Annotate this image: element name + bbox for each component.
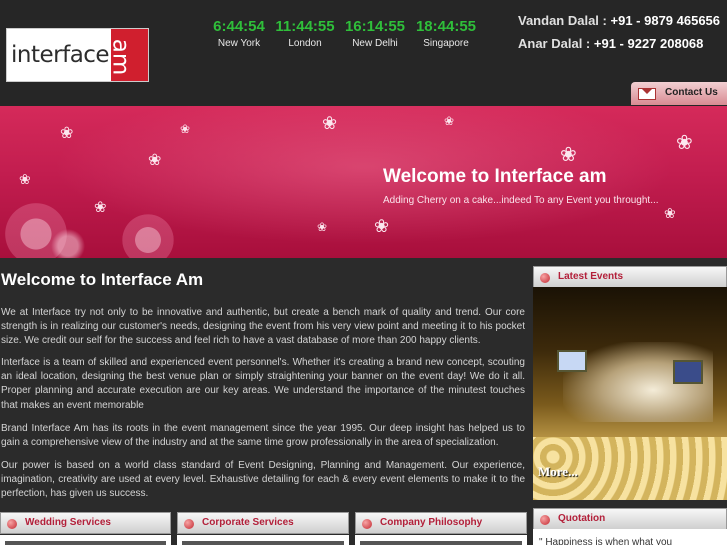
quotation-header: Quotation [533,508,727,530]
event-screen [673,360,703,384]
clock-new-york: 6:44:54 New York [204,18,274,49]
site-logo[interactable]: interface am [6,28,149,82]
event-screen [557,350,587,372]
latest-event-image[interactable]: More... [533,287,727,500]
page-title: Welcome to Interface Am [1,270,204,289]
clock-city: London [288,38,322,49]
butterfly-icon: ❀ [664,205,676,221]
bullet-icon [362,519,372,529]
butterfly-icon: ❀ [317,220,328,234]
butterfly-icon: ❀ [180,122,191,136]
latest-events-header: Latest Events [533,266,727,288]
contact-phone: +91 - 9879 465656 [610,13,721,28]
company-philosophy-title: Company Philosophy [380,517,483,528]
quotation-body: " Happiness is when what you [533,529,727,545]
butterfly-icon: ❀ [148,152,162,169]
intro-paragraph: We at Interface try not only to be innov… [1,307,525,347]
bullet-icon [540,273,550,283]
banner-subtitle: Adding Cherry on a cake...indeed To any … [383,195,659,206]
clock-new-delhi: 16:14:55 New Delhi [340,18,410,49]
bullet-icon [184,519,194,529]
quotation-title: Quotation [558,513,606,524]
logo-word-interface: interface [11,42,110,68]
service-image-strip [5,541,166,545]
bullet-icon [540,515,550,525]
butterfly-icon: ❀ [444,114,455,128]
contact-name: Vandan Dalal : [518,13,607,28]
corporate-services-title: Corporate Services [202,517,294,528]
logo-word-am: am [107,38,134,76]
power-paragraph: Our power is based on a world class stan… [1,460,525,500]
latest-events-more-link[interactable]: More... [538,464,578,480]
contact-vandan: Vandan Dalal : +91 - 9879 465656 [518,13,720,28]
clock-time: 18:44:55 [415,18,477,35]
contact-name: Anar Dalal : [518,36,591,51]
banner-title: Welcome to Interface am [383,166,607,187]
butterfly-icon: ❀ [676,132,693,154]
bullet-icon [7,519,17,529]
logo-am-block: am [107,29,148,81]
butterfly-icon: ❀ [560,144,577,166]
flower-decoration [48,226,88,258]
contact-anar: Anar Dalal : +91 - 9227 208068 [518,36,703,51]
contact-us-label: Contact Us [665,87,718,98]
banner-glow [0,106,727,258]
clock-city: Singapore [423,38,469,49]
corporate-services-body [177,535,349,545]
contact-phone: +91 - 9227 208068 [593,36,704,51]
clock-singapore: 18:44:55 Singapore [411,18,481,49]
company-philosophy-header[interactable]: Company Philosophy [355,512,527,534]
hero-banner: ❀ ❀ ❀ ❀ ❀ ❀ ❀ ❀ ❀ ❀ ❀ ❀ Welcome to Inter… [0,106,727,258]
clock-london: 11:44:55 London [270,18,340,49]
contact-us-button[interactable]: Contact Us [631,82,727,105]
history-paragraph: Brand Interface Am has its roots in the … [1,423,525,449]
butterfly-icon: ❀ [322,113,338,133]
quotation-text: " Happiness is when what you [539,537,673,545]
wedding-services-header[interactable]: Wedding Services [0,512,171,534]
corporate-services-header[interactable]: Corporate Services [177,512,349,534]
clock-time: 16:14:55 [344,18,406,35]
company-philosophy-body [355,535,527,545]
service-image-strip [182,541,344,545]
clock-time: 6:44:54 [213,18,265,35]
clock-city: New York [217,38,261,49]
butterfly-icon: ❀ [60,125,74,142]
wedding-services-body [0,535,171,545]
butterfly-icon: ❀ [374,216,390,236]
clock-city: New Delhi [352,38,398,49]
wedding-services-title: Wedding Services [25,517,111,528]
clock-time: 11:44:55 [275,18,335,35]
butterfly-icon: ❀ [94,199,107,216]
latest-events-title: Latest Events [558,271,624,282]
butterfly-icon: ❀ [19,171,31,187]
team-paragraph: Interface is a team of skilled and exper… [1,357,525,411]
service-image-strip [360,541,522,545]
site-header: interface am 6:44:54 New York 11:44:55 L… [0,0,727,106]
envelope-icon [638,88,656,100]
